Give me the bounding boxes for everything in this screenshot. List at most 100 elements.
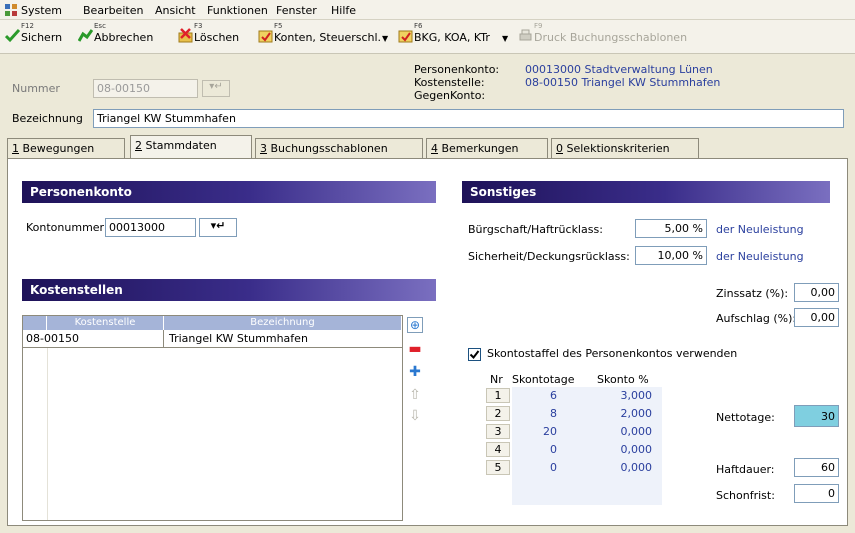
flag-icon xyxy=(77,28,94,43)
tab-stammdaten-key: 2 xyxy=(135,139,142,152)
bezeichnung-field[interactable]: Triangel KW Stummhafen xyxy=(93,109,844,128)
print-key: F9 xyxy=(534,22,543,30)
sicherheit-suffix: der Neuleistung xyxy=(716,250,804,263)
accounts-label: Konten, Steuerschl. xyxy=(274,31,382,44)
accounts-button[interactable]: F5 Konten, Steuerschl. ▼ xyxy=(258,22,390,52)
buergschaft-label: Bürgschaft/Haftrücklass: xyxy=(468,223,603,236)
tab-bemerkungen-label: Bemerkungen xyxy=(438,142,519,155)
bkg-folder-icon xyxy=(398,28,413,43)
tab-selektionskriterien[interactable]: 0 Selektionskriterien xyxy=(551,138,699,158)
skonto-checkbox-label: Skontostaffel des Personenkontos verwend… xyxy=(487,347,738,360)
kostenstellen-header: Kostenstellen xyxy=(22,279,436,301)
checkmark-icon xyxy=(4,28,21,43)
chevron-down-icon[interactable]: ▼ xyxy=(502,34,508,43)
table-row[interactable]: 4 0 0,000 xyxy=(482,442,662,458)
kontonummer-dropdown-button[interactable]: ▾↵ xyxy=(199,218,237,237)
skonto-col-nr: Nr xyxy=(490,373,503,386)
skonto-prozent: 3,000 xyxy=(620,389,653,402)
skonto-tage: 0 xyxy=(550,443,557,456)
save-label: Sichern xyxy=(21,31,63,44)
sonstiges-header: Sonstiges xyxy=(462,181,830,203)
tab-stammdaten-label: Stammdaten xyxy=(142,139,217,152)
kontonummer-field[interactable]: 00013000 xyxy=(105,218,196,237)
tab-stammdaten[interactable]: 2 Stammdaten xyxy=(130,135,252,159)
nettotage-label: Nettotage: xyxy=(716,411,775,424)
crosshair-icon[interactable]: ⊕ xyxy=(407,317,423,333)
buergschaft-suffix: der Neuleistung xyxy=(716,223,804,236)
table-row[interactable]: 3 20 0,000 xyxy=(482,424,662,440)
remove-icon[interactable]: ▬ xyxy=(407,341,423,357)
zinssatz-field[interactable]: 0,00 xyxy=(794,283,839,302)
tab-bewegungen-key: 1 xyxy=(12,142,19,155)
tab-bemerkungen[interactable]: 4 Bemerkungen xyxy=(426,138,548,158)
print-icon xyxy=(518,28,533,43)
app-icon xyxy=(4,3,18,17)
sicherheit-label: Sicherheit/Deckungsrücklass: xyxy=(468,250,630,263)
accounts-key: F5 xyxy=(274,22,283,30)
menu-system[interactable]: System xyxy=(21,4,62,17)
cell-kostenstelle: 08-00150 xyxy=(26,332,79,345)
delete-button[interactable]: F3 Löschen xyxy=(178,22,248,52)
print-button[interactable]: F9 Druck Buchungsschablonen xyxy=(518,22,693,52)
cancel-key: Esc xyxy=(94,22,106,30)
cancel-button[interactable]: Esc Abbrechen xyxy=(77,22,153,52)
cell-divider xyxy=(163,330,164,348)
bkg-key: F6 xyxy=(414,22,423,30)
move-up-icon: ⇧ xyxy=(409,387,421,403)
menu-funktionen[interactable]: Funktionen xyxy=(207,4,268,17)
chevron-down-icon[interactable]: ▼ xyxy=(382,34,388,43)
save-key: F12 xyxy=(21,22,34,30)
nummer-field[interactable]: 08-00150 xyxy=(93,79,198,98)
menu-fenster[interactable]: Fenster xyxy=(276,4,317,17)
skonto-prozent: 2,000 xyxy=(620,407,653,420)
skonto-nr: 2 xyxy=(486,406,510,421)
move-down-icon: ⇩ xyxy=(409,408,421,424)
kostenstelle-value: 08-00150 Triangel KW Stummhafen xyxy=(525,76,721,89)
tab-buchungsschablonen-label: Buchungsschablonen xyxy=(267,142,388,155)
print-label: Druck Buchungsschablonen xyxy=(534,31,688,44)
menu-hilfe[interactable]: Hilfe xyxy=(331,4,356,17)
stammdaten-panel: Personenkonto Kontonummer: 00013000 ▾↵ K… xyxy=(7,158,848,526)
tab-selektionskriterien-label: Selektionskriterien xyxy=(563,142,670,155)
nettotage-field[interactable]: 30 xyxy=(794,405,839,427)
check-icon xyxy=(469,350,480,360)
personenkonto-value: 00013000 Stadtverwaltung Lünen xyxy=(525,63,713,76)
menu-bearbeiten[interactable]: Bearbeiten xyxy=(83,4,143,17)
skonto-tage: 6 xyxy=(550,389,557,402)
tab-bemerkungen-key: 4 xyxy=(431,142,438,155)
aufschlag-field[interactable]: 0,00 xyxy=(794,308,839,327)
zinssatz-label: Zinssatz (%): xyxy=(716,287,789,300)
buergschaft-field[interactable]: 5,00 % xyxy=(635,219,707,238)
nummer-dropdown-button[interactable]: ▾↵ xyxy=(202,80,230,97)
skonto-col-tage: Skontotage xyxy=(512,373,575,386)
table-row[interactable]: 1 6 3,000 xyxy=(482,388,662,404)
column-header-kostenstelle[interactable]: Kostenstelle xyxy=(47,316,164,330)
table-row[interactable]: 08-00150 Triangel KW Stummhafen xyxy=(23,330,402,348)
bkg-button[interactable]: F6 BKG, KOA, KTr ▼ xyxy=(398,22,510,52)
gegenkonto-label: GegenKonto: xyxy=(414,89,486,102)
skonto-prozent: 0,000 xyxy=(620,443,653,456)
column-header-bezeichnung[interactable]: Bezeichnung xyxy=(164,316,402,330)
haftdauer-label: Haftdauer: xyxy=(716,463,775,476)
aufschlag-label: Aufschlag (%): xyxy=(716,312,797,325)
menu-bar: System Bearbeiten Ansicht Funktionen Fen… xyxy=(0,0,855,20)
skonto-table[interactable]: Nr Skontotage Skonto % 1 6 3,000 2 8 2,0… xyxy=(482,369,662,505)
haftdauer-field[interactable]: 60 xyxy=(794,458,839,477)
bezeichnung-label: Bezeichnung xyxy=(12,112,83,125)
tab-bewegungen[interactable]: 1 Bewegungen xyxy=(7,138,125,158)
save-button[interactable]: F12 Sichern xyxy=(4,22,65,52)
toolbar: F12 Sichern Esc Abbrechen F3 Löschen F5 … xyxy=(0,20,855,54)
table-row[interactable]: 5 0 0,000 xyxy=(482,460,662,476)
accounts-folder-icon xyxy=(258,28,273,43)
skonto-checkbox[interactable] xyxy=(468,348,481,361)
add-icon[interactable]: ✚ xyxy=(407,364,423,380)
bkg-label: BKG, KOA, KTr xyxy=(414,31,490,44)
sicherheit-field[interactable]: 10,00 % xyxy=(635,246,707,265)
table-row[interactable]: 2 8 2,000 xyxy=(482,406,662,422)
nummer-label: Nummer xyxy=(12,82,60,95)
kostenstellen-grid[interactable]: Kostenstelle Bezeichnung 08-00150 Triang… xyxy=(22,315,403,521)
tab-buchungsschablonen[interactable]: 3 Buchungsschablonen xyxy=(255,138,423,158)
schonfrist-field[interactable]: 0 xyxy=(794,484,839,503)
menu-ansicht[interactable]: Ansicht xyxy=(155,4,196,17)
skonto-nr: 1 xyxy=(486,388,510,403)
